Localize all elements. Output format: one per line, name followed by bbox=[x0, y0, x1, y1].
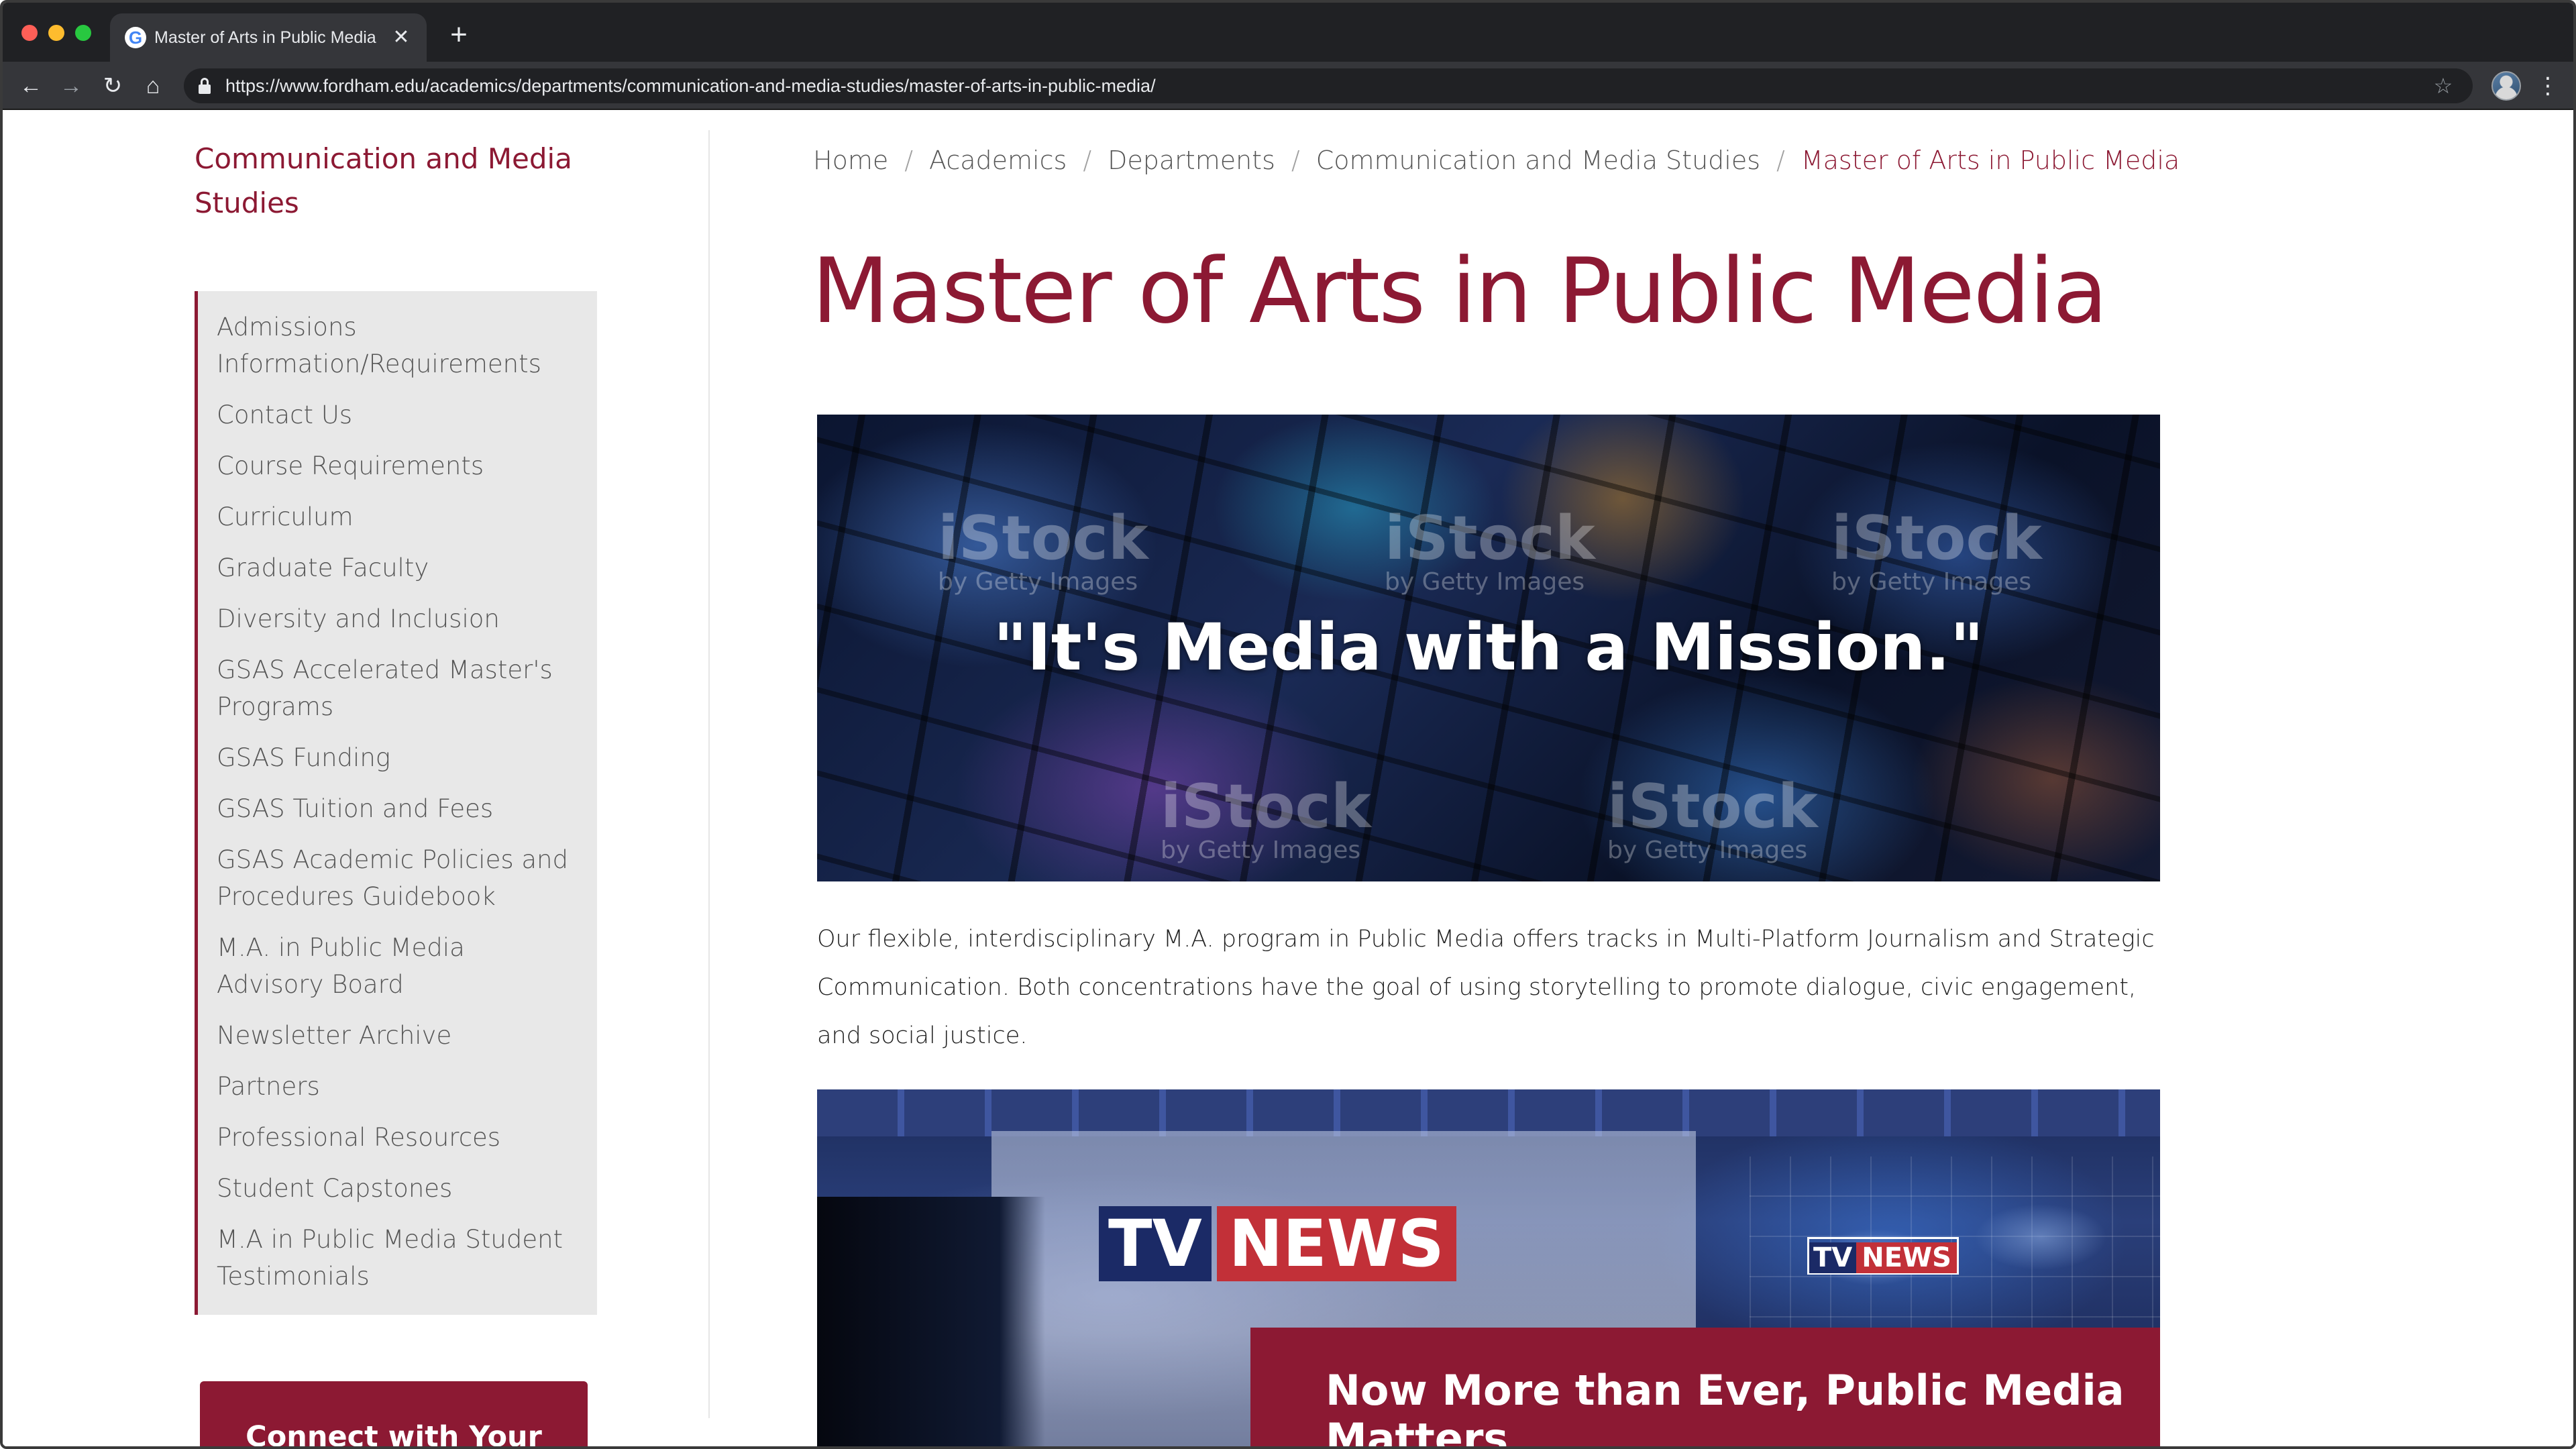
browser-toolbar: ← → ↻ ⌂ https://www.fordham.edu/academic… bbox=[3, 62, 2573, 110]
window-minimize-icon[interactable] bbox=[48, 25, 64, 41]
sidebar-item-newsletter-archive[interactable]: Newsletter Archive bbox=[198, 1017, 597, 1054]
sidebar-item-gsas-funding[interactable]: GSAS Funding bbox=[198, 739, 597, 776]
istock-watermark: iStock by Getty Images bbox=[1831, 503, 2042, 596]
sidebar-item-curriculum[interactable]: Curriculum bbox=[198, 498, 597, 535]
new-tab-plus-icon[interactable]: + bbox=[443, 19, 475, 51]
sidebar-item-graduate-faculty[interactable]: Graduate Faculty bbox=[198, 549, 597, 586]
sidebar-heading-link[interactable]: Communication and Media Studies bbox=[195, 137, 597, 225]
url-text[interactable]: https://www.fordham.edu/academics/depart… bbox=[225, 68, 1156, 103]
breadcrumb-academics[interactable]: Academics bbox=[929, 146, 1067, 175]
lock-icon[interactable] bbox=[199, 78, 211, 94]
breadcrumb-separator: / bbox=[1291, 146, 1300, 175]
browser-tab-active[interactable]: G Master of Arts in Public Media ✕ bbox=[110, 13, 427, 62]
tv-news-sign: TV NEWS bbox=[1099, 1206, 1456, 1281]
sidebar-item-admissions[interactable]: Admissions Information/Requirements bbox=[198, 309, 597, 382]
breadcrumb-communication-media[interactable]: Communication and Media Studies bbox=[1316, 146, 1760, 175]
istock-watermark: iStock by Getty Images bbox=[1161, 771, 1371, 864]
sidebar-item-student-testimonials[interactable]: M.A in Public Media Student Testimonials bbox=[198, 1221, 597, 1295]
sidebar-item-partners[interactable]: Partners bbox=[198, 1068, 597, 1105]
profile-avatar-icon[interactable] bbox=[2491, 71, 2521, 101]
sidebar-item-tuition-fees[interactable]: GSAS Tuition and Fees bbox=[198, 790, 597, 827]
home-icon[interactable]: ⌂ bbox=[137, 70, 169, 102]
address-bar[interactable]: https://www.fordham.edu/academics/depart… bbox=[184, 68, 2473, 103]
sidebar-item-policies-guidebook[interactable]: GSAS Academic Policies and Procedures Gu… bbox=[198, 841, 597, 915]
page-title: Master of Arts in Public Media bbox=[812, 239, 2108, 343]
tv-news-logo-small: TV NEWS bbox=[1807, 1237, 1959, 1275]
page-content: Communication and Media Studies Admissio… bbox=[3, 110, 2573, 1446]
sidebar: Communication and Media Studies Admissio… bbox=[195, 137, 597, 1446]
sidebar-item-course-requirements[interactable]: Course Requirements bbox=[198, 447, 597, 484]
sidebar-item-diversity-inclusion[interactable]: Diversity and Inclusion bbox=[198, 600, 597, 637]
breadcrumb: Home / Academics / Departments / Communication… bbox=[813, 137, 2180, 184]
forward-arrow-icon[interactable]: → bbox=[55, 70, 87, 102]
mission-callout: Now More than Ever, Public Media Matters bbox=[1250, 1328, 2160, 1449]
istock-watermark: iStock by Getty Images bbox=[1607, 771, 1818, 864]
close-tab-icon[interactable]: ✕ bbox=[389, 25, 413, 50]
bookmark-star-icon[interactable]: ☆ bbox=[2430, 72, 2457, 99]
tab-title: Master of Arts in Public Media bbox=[154, 28, 376, 47]
istock-watermark: iStock by Getty Images bbox=[938, 503, 1148, 596]
sidebar-item-student-capstones[interactable]: Student Capstones bbox=[198, 1170, 597, 1207]
studio-ceiling-lights bbox=[817, 1089, 2160, 1136]
reload-icon[interactable]: ↻ bbox=[97, 70, 129, 102]
hero-image: iStock by Getty Images iStock by Getty Ima… bbox=[817, 415, 2160, 881]
breadcrumb-departments[interactable]: Departments bbox=[1108, 146, 1275, 175]
studio-camera-silhouette bbox=[817, 1197, 1045, 1446]
intro-paragraph: Our flexible, interdisciplinary M.A. pro… bbox=[817, 926, 2155, 1049]
breadcrumb-separator: / bbox=[904, 146, 914, 175]
hero-quote: "It's Media with a Mission." bbox=[994, 610, 1984, 685]
kebab-menu-icon[interactable]: ⋮ bbox=[2536, 70, 2560, 102]
breadcrumb-separator: / bbox=[1776, 146, 1785, 175]
sidebar-item-accelerated-masters[interactable]: GSAS Accelerated Master's Programs bbox=[198, 651, 597, 725]
sidebar-item-advisory-board[interactable]: M.A. in Public Media Advisory Board bbox=[198, 929, 597, 1003]
window-maximize-icon[interactable] bbox=[75, 25, 91, 41]
google-favicon-icon: G bbox=[125, 27, 146, 48]
sidebar-nav: Admissions Information/Requirements Cont… bbox=[195, 291, 597, 1315]
window-close-icon[interactable] bbox=[21, 25, 38, 41]
sidebar-item-professional-resources[interactable]: Professional Resources bbox=[198, 1119, 597, 1156]
breadcrumb-current: Master of Arts in Public Media bbox=[1801, 146, 2180, 175]
column-divider bbox=[708, 130, 710, 1418]
mission-heading: Now More than Ever, Public Media Matters bbox=[1326, 1366, 2125, 1449]
breadcrumb-home[interactable]: Home bbox=[813, 146, 888, 175]
sidebar-item-contact-us[interactable]: Contact Us bbox=[198, 396, 597, 433]
breadcrumb-separator: / bbox=[1083, 146, 1092, 175]
connect-program-button[interactable]: Connect with Your Program of Interest bbox=[200, 1381, 588, 1446]
istock-watermark: iStock by Getty Images bbox=[1385, 503, 1595, 596]
back-arrow-icon[interactable]: ← bbox=[15, 70, 47, 102]
browser-tabbar: G Master of Arts in Public Media ✕ + bbox=[3, 3, 2573, 62]
browser-window: G Master of Arts in Public Media ✕ + ← →… bbox=[0, 0, 2576, 1449]
